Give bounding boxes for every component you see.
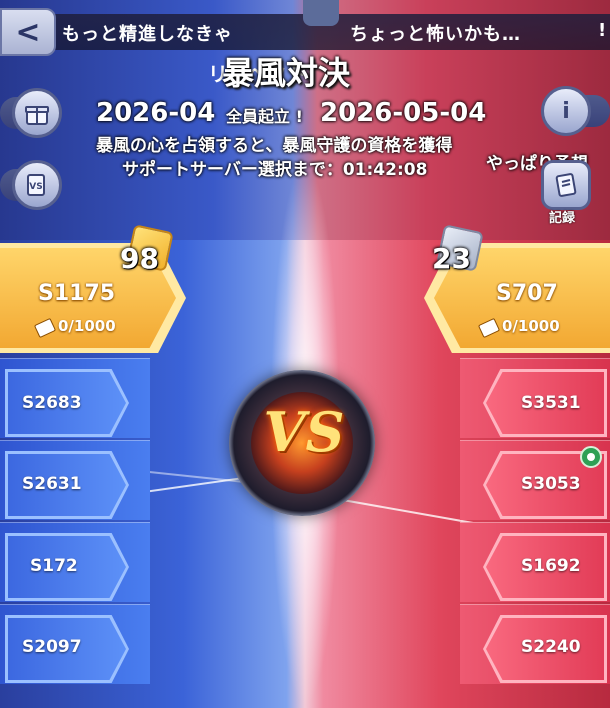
event-title: 暴風対決 [222, 54, 351, 92]
vs-emblem-text: VS [263, 400, 345, 464]
back-arrow-icon: < [15, 14, 41, 50]
event-end-date: 2026-05-04 [320, 98, 487, 128]
banner-message-edge: ! [598, 20, 608, 41]
info-icon: i [562, 98, 570, 124]
left-team-rank: 98 [120, 242, 159, 275]
game-screen: もっと精進しなきゃ ちょっと怖いかも… ! < リスペクト! 暴風対決 2026… [0, 0, 610, 708]
gift-button[interactable] [12, 88, 62, 138]
event-start-date: 2026-04 [96, 98, 216, 128]
right-server-label-3: S1692 [521, 556, 581, 576]
right-server-label-1: S3531 [521, 393, 581, 413]
back-button[interactable]: < [0, 8, 56, 56]
right-leader-progress: 0/1000 [502, 317, 560, 335]
right-leader-server: S707 [496, 281, 558, 306]
records-label: 記録 [549, 211, 576, 226]
banner-message-right: ちょっと怖いかも… [350, 24, 521, 45]
records-icon [555, 173, 577, 197]
event-description: 暴風の心を占領すると、暴風守護の資格を獲得 [96, 136, 453, 156]
info-button[interactable]: i [541, 86, 591, 136]
left-server-label-3: S172 [30, 556, 78, 576]
banner-message-left: もっと精進しなきゃ [62, 24, 233, 45]
svg-text:VS: VS [29, 182, 42, 192]
gift-icon [25, 106, 49, 125]
character-avatar [303, 0, 339, 26]
left-server-label-2: S2631 [22, 474, 82, 494]
left-server-label-4: S2097 [22, 637, 82, 657]
online-status-icon [580, 446, 602, 468]
right-team-rank: 23 [432, 242, 471, 275]
vs-history-button[interactable]: VS [12, 160, 62, 210]
vs-icon: VS [27, 174, 45, 196]
left-leader-server: S1175 [38, 281, 116, 306]
right-server-label-4: S2240 [521, 637, 581, 657]
left-server-label-1: S2683 [22, 393, 82, 413]
records-button[interactable] [541, 160, 591, 210]
right-server-label-2: S3053 [521, 474, 581, 494]
floating-message-2: 全員起立 ! [226, 107, 303, 126]
left-leader-progress: 0/1000 [58, 317, 116, 335]
countdown-timer: サポートサーバー選択まで：01:42:08 [122, 160, 428, 180]
